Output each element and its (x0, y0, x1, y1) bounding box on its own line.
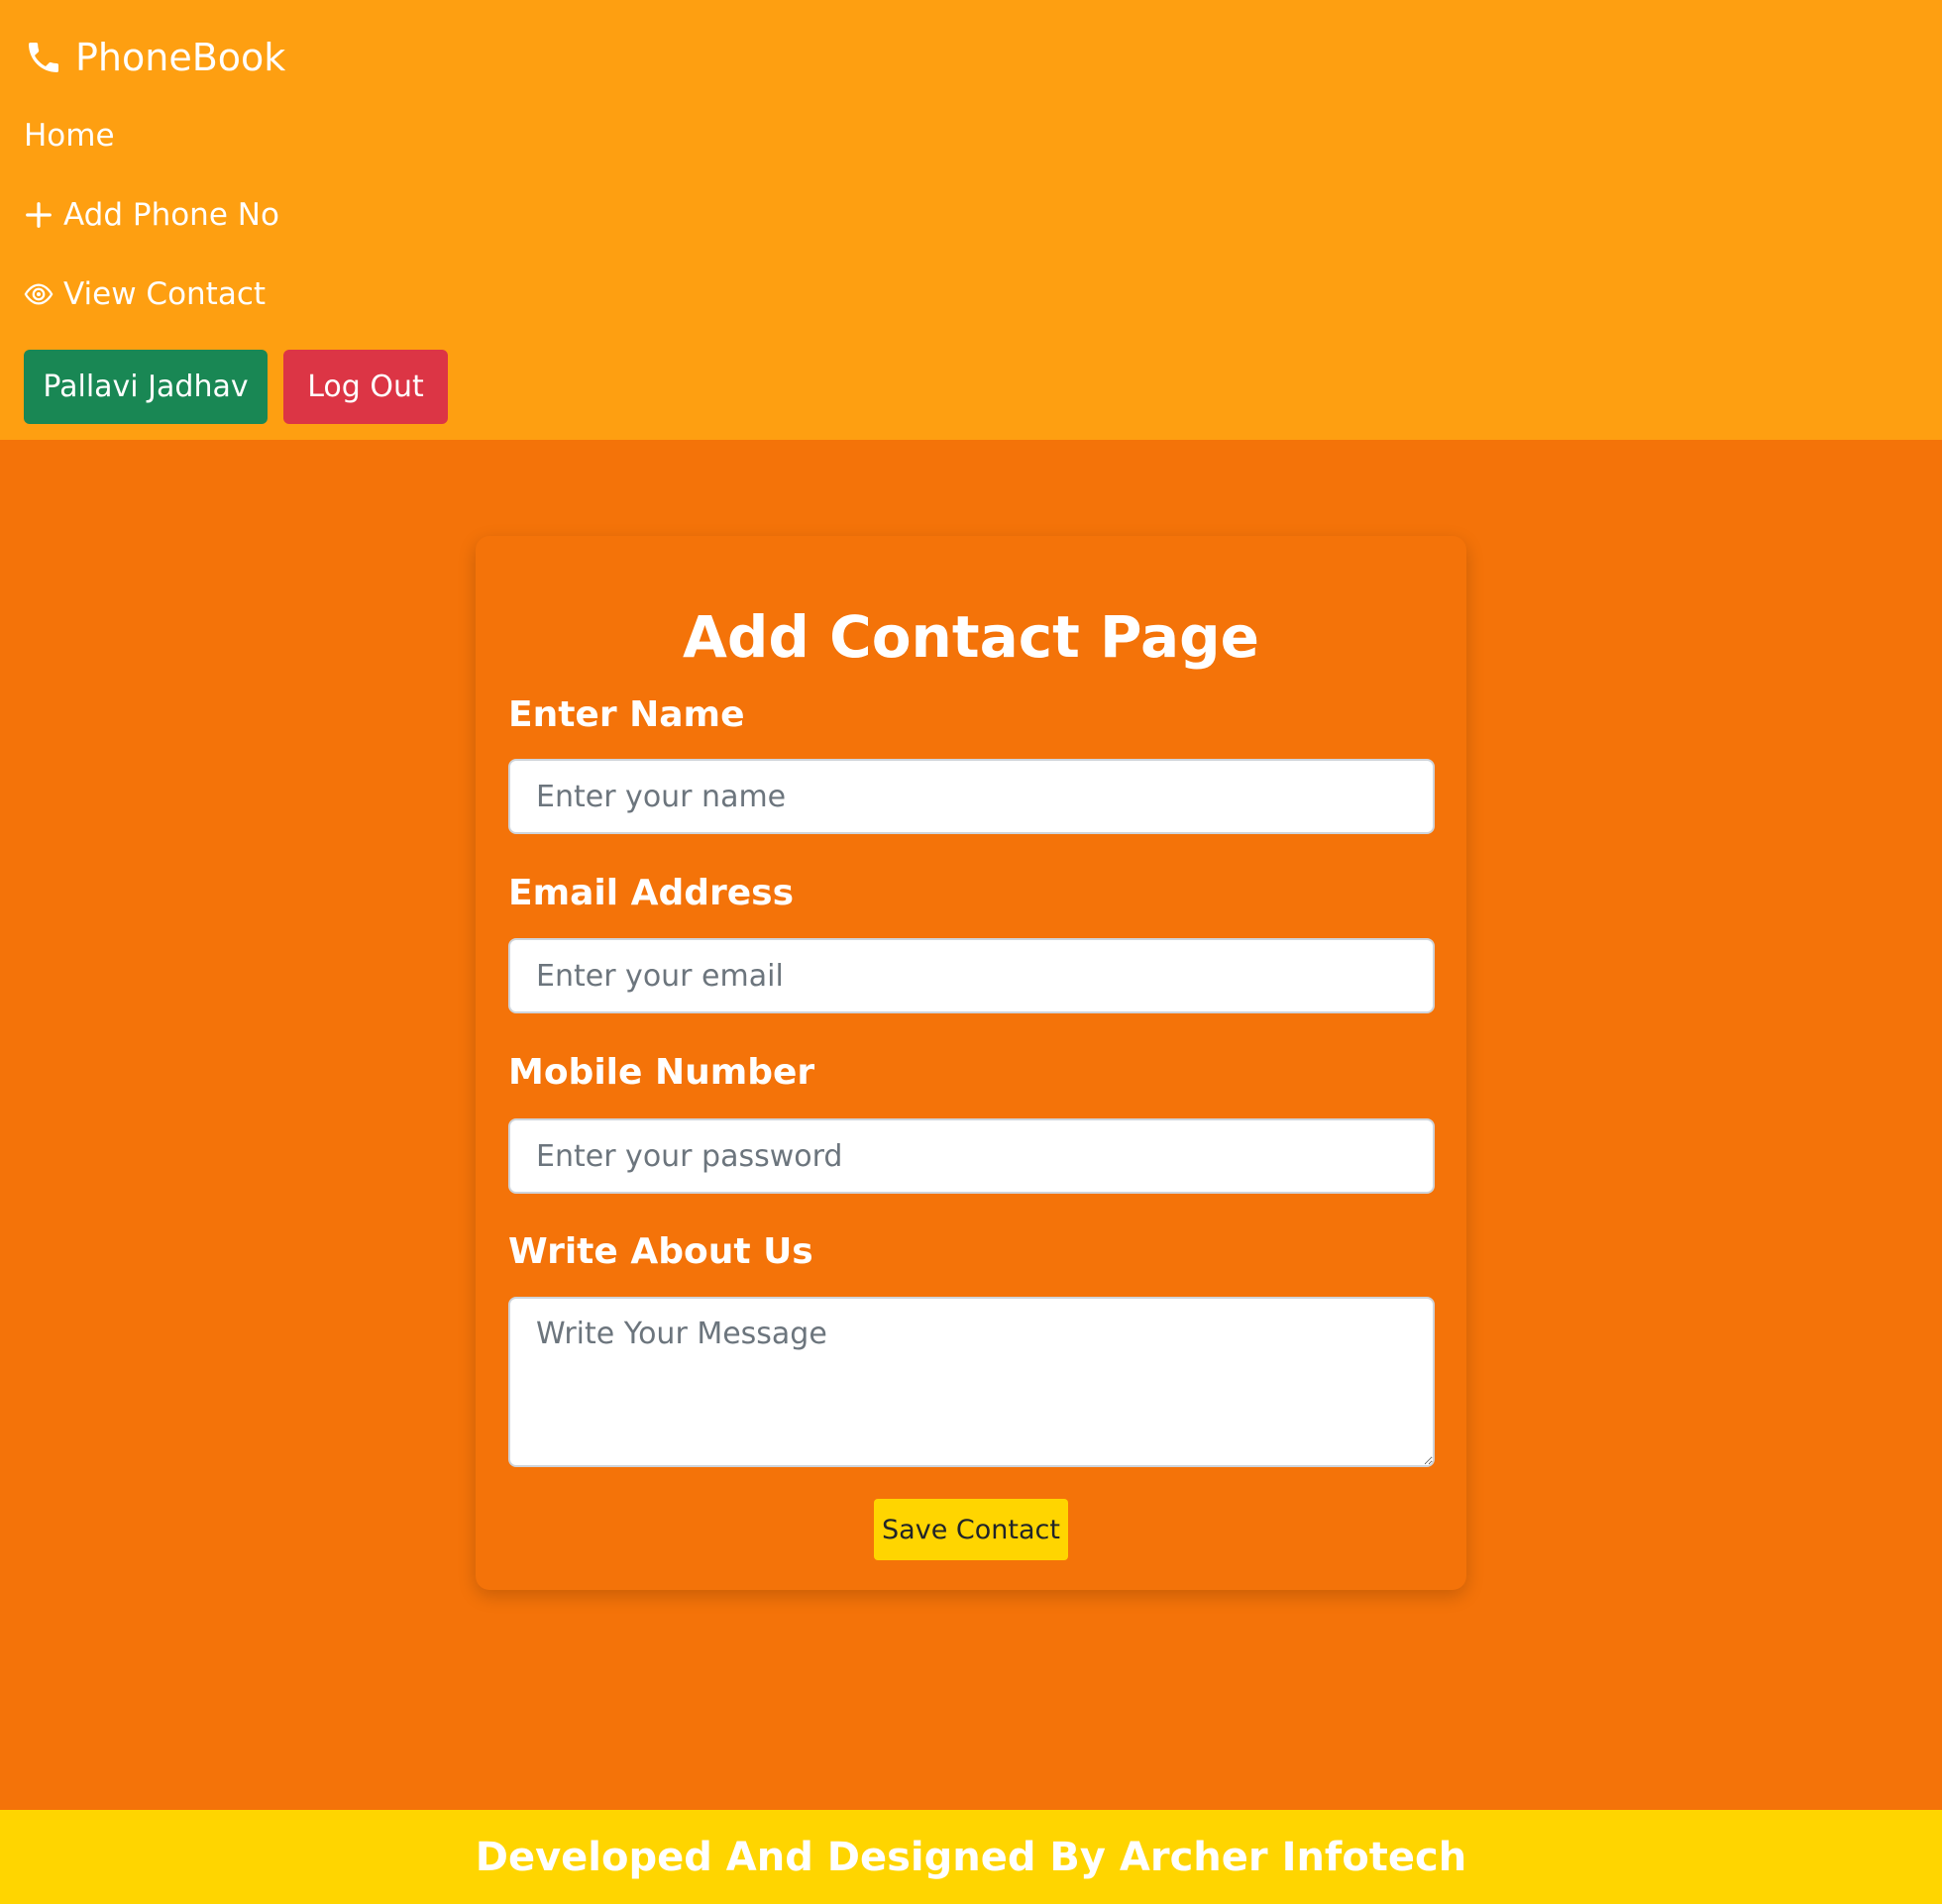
name-input[interactable] (508, 759, 1435, 834)
add-contact-card: Add Contact Page Enter Name Email Addres… (476, 536, 1466, 1590)
brand-link[interactable]: PhoneBook (24, 30, 285, 85)
page-title: Add Contact Page (683, 603, 1259, 671)
name-label: Enter Name (508, 694, 745, 735)
about-label: Write About Us (508, 1231, 813, 1272)
logout-button[interactable]: Log Out (283, 350, 448, 424)
navbar: PhoneBook Home Add Phone No View Contact… (0, 0, 1942, 440)
nav-view-contact-label: View Contact (63, 276, 267, 312)
nav-home-label: Home (24, 118, 115, 154)
nav-view-contact-link[interactable]: View Contact (24, 269, 266, 319)
mobile-label: Mobile Number (508, 1052, 815, 1093)
nav-add-phone-label: Add Phone No (63, 197, 279, 233)
message-textarea[interactable] (508, 1297, 1435, 1467)
plus-icon (26, 202, 52, 228)
email-input[interactable] (508, 938, 1435, 1013)
eye-icon (24, 283, 54, 305)
save-contact-button[interactable]: Save Contact (874, 1499, 1068, 1560)
phone-icon (29, 43, 58, 72)
footer-text: Developed And Designed By Archer Infotec… (475, 1834, 1467, 1880)
user-button[interactable]: Pallavi Jadhav (24, 350, 268, 424)
footer: Developed And Designed By Archer Infotec… (0, 1810, 1942, 1904)
nav-add-phone-link[interactable]: Add Phone No (24, 190, 279, 240)
email-label: Email Address (508, 873, 795, 913)
brand-label: PhoneBook (75, 36, 286, 79)
mobile-input[interactable] (508, 1118, 1435, 1194)
nav-home-link[interactable]: Home (24, 111, 115, 160)
